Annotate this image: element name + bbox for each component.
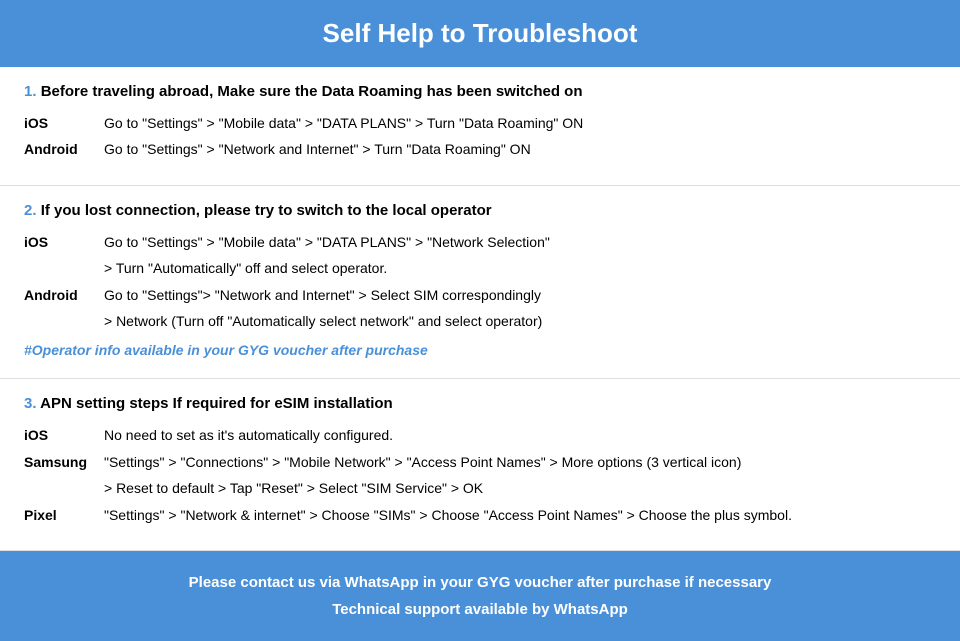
footer-line1: Please contact us via WhatsApp in your G… [20, 569, 940, 596]
section-2-ios-row: iOS Go to "Settings" > "Mobile data" > "… [24, 231, 936, 253]
platform-text-android-1: Go to "Settings" > "Network and Internet… [104, 138, 936, 160]
platform-text-ios-1: Go to "Settings" > "Mobile data" > "DATA… [104, 112, 936, 134]
page-header: Self Help to Troubleshoot [0, 0, 960, 67]
section-3-samsung-continuation: > Reset to default > Tap "Reset" > Selec… [104, 477, 936, 499]
section-2-android-row: Android Go to "Settings"> "Network and I… [24, 284, 936, 306]
section-3-title-text: APN setting steps If required for eSIM i… [40, 395, 393, 412]
section-3-samsung-row: Samsung "Settings" > "Connections" > "Mo… [24, 451, 936, 473]
platform-label-samsung: Samsung [24, 451, 104, 473]
platform-text-ios-2: Go to "Settings" > "Mobile data" > "DATA… [104, 231, 936, 253]
platform-label-android-1: Android [24, 138, 104, 160]
platform-label-android-2: Android [24, 284, 104, 306]
page-footer: Please contact us via WhatsApp in your G… [0, 551, 960, 641]
section-1-android-row: Android Go to "Settings" > "Network and … [24, 138, 936, 160]
section-2-title-text: If you lost connection, please try to sw… [41, 202, 492, 219]
section-2-android-continuation: > Network (Turn off "Automatically selec… [104, 310, 936, 332]
platform-text-ios-3: No need to set as it's automatically con… [104, 424, 936, 446]
sections-container: 1. Before traveling abroad, Make sure th… [0, 67, 960, 551]
platform-label-ios-2: iOS [24, 231, 104, 253]
section-1-number: 1. [24, 83, 37, 100]
platform-label-ios-3: iOS [24, 424, 104, 446]
section-1-ios-row: iOS Go to "Settings" > "Mobile data" > "… [24, 112, 936, 134]
section-1-title-text: Before traveling abroad, Make sure the D… [41, 83, 583, 100]
section-2-number: 2. [24, 202, 37, 219]
platform-label-ios-1: iOS [24, 112, 104, 134]
section-3: 3. APN setting steps If required for eSI… [0, 379, 960, 551]
section-3-number: 3. [24, 395, 37, 412]
platform-label-pixel: Pixel [24, 504, 104, 526]
section-2-title: 2. If you lost connection, please try to… [24, 202, 936, 219]
section-1-title: 1. Before traveling abroad, Make sure th… [24, 83, 936, 100]
operator-note: #Operator info available in your GYG vou… [24, 342, 936, 358]
platform-text-pixel: "Settings" > "Network & internet" > Choo… [104, 504, 936, 526]
section-3-ios-row: iOS No need to set as it's automatically… [24, 424, 936, 446]
footer-line2: Technical support available by WhatsApp [20, 596, 940, 623]
section-2: 2. If you lost connection, please try to… [0, 186, 960, 380]
page-title: Self Help to Troubleshoot [20, 18, 940, 49]
platform-text-android-2: Go to "Settings"> "Network and Internet"… [104, 284, 936, 306]
section-3-title: 3. APN setting steps If required for eSI… [24, 395, 936, 412]
section-1: 1. Before traveling abroad, Make sure th… [0, 67, 960, 186]
platform-text-samsung: "Settings" > "Connections" > "Mobile Net… [104, 451, 936, 473]
section-2-ios-continuation: > Turn "Automatically" off and select op… [104, 257, 936, 279]
section-3-pixel-row: Pixel "Settings" > "Network & internet" … [24, 504, 936, 526]
